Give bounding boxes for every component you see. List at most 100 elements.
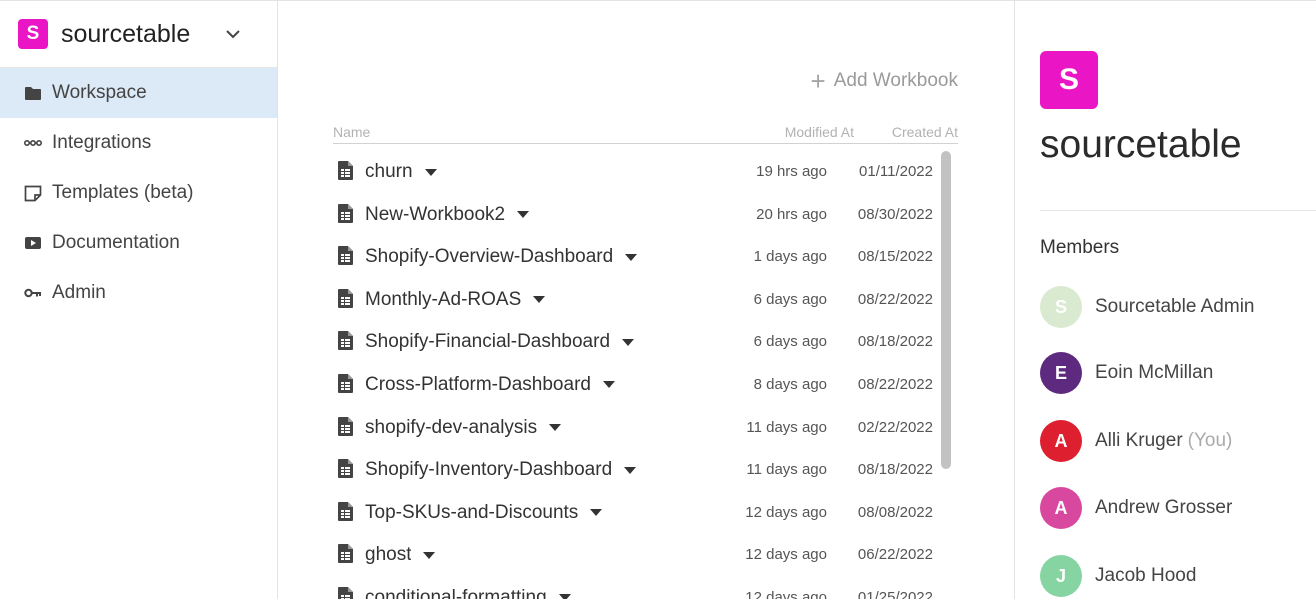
workbook-name[interactable]: Top-SKUs-and-Discounts: [365, 502, 603, 524]
sidebar-item-admin[interactable]: Admin: [0, 268, 277, 318]
member-item[interactable]: A Andrew Grosser: [1040, 486, 1237, 530]
avatar: A: [1040, 420, 1082, 462]
avatar: A: [1040, 487, 1082, 529]
modified-at: 19 hrs ago: [756, 163, 827, 180]
workbook-list: churn 19 hrs ago 01/11/2022 New-Workbook2 20…: [333, 151, 938, 599]
modified-at: 6 days ago: [753, 290, 827, 308]
member-item[interactable]: S Sourcetable Admin: [1040, 285, 1260, 329]
add-workbook-label: Add Workbook: [833, 70, 958, 91]
spreadsheet-file-icon: [337, 543, 354, 564]
caret-down-icon[interactable]: [423, 551, 436, 559]
sidebar-item-integrations[interactable]: Integrations: [0, 118, 277, 168]
workbook-name[interactable]: Shopify-Overview-Dashboard: [365, 246, 638, 268]
spreadsheet-file-icon: [337, 373, 354, 394]
caret-down-icon[interactable]: [624, 466, 637, 474]
video-icon: [24, 234, 42, 252]
column-header-created[interactable]: Created At: [892, 124, 958, 140]
table-row[interactable]: Cross-Platform-Dashboard 8 days ago 08/22/…: [333, 364, 938, 407]
member-name: Andrew Grosser: [1095, 497, 1233, 518]
member-name: Sourcetable Admin: [1095, 296, 1255, 317]
table-row[interactable]: Shopify-Inventory-Dashboard 11 days ago 08…: [333, 449, 938, 492]
table-row[interactable]: Shopify-Overview-Dashboard 1 days ago 08/1…: [333, 236, 938, 279]
table-header: Name Modified At Created At: [333, 122, 958, 144]
modified-at: 8 days ago: [753, 375, 827, 393]
caret-down-icon[interactable]: [424, 168, 437, 176]
org-info-panel: S sourcetable Members S Sourcetable Admin…: [1014, 0, 1316, 599]
modified-at: 20 hrs ago: [756, 205, 827, 223]
workbook-name[interactable]: ghost: [365, 544, 436, 566]
caret-down-icon[interactable]: [533, 296, 546, 304]
sidebar-nav: Workspace Integrations Templates (beta) …: [0, 68, 277, 318]
caret-down-icon[interactable]: [622, 338, 635, 346]
created-at: 08/22/2022: [857, 375, 933, 393]
sidebar-item-label: Integrations: [52, 132, 152, 153]
sidebar-item-workspace[interactable]: Workspace: [0, 68, 277, 118]
workbook-name[interactable]: Monthly-Ad-ROAS: [365, 289, 546, 311]
table-row[interactable]: conditional-formatting 12 days ago 01/25/2…: [333, 577, 938, 599]
table-row[interactable]: ghost 12 days ago 06/22/2022: [333, 534, 938, 577]
sidebar-item-label: Admin: [52, 282, 106, 303]
member-item[interactable]: E Eoin McMillan: [1040, 351, 1218, 395]
modified-at: 12 days ago: [745, 588, 827, 599]
member-item[interactable]: A Alli Kruger (You): [1040, 419, 1232, 463]
caret-down-icon[interactable]: [625, 253, 638, 261]
org-title: sourcetable: [1040, 123, 1242, 166]
member-name: Alli Kruger (You): [1095, 430, 1233, 451]
workbook-name[interactable]: conditional-formatting: [365, 587, 571, 599]
workbook-name[interactable]: Cross-Platform-Dashboard: [365, 374, 615, 396]
sidebar-item-templates[interactable]: Templates (beta): [0, 168, 277, 218]
divider: [1040, 210, 1316, 211]
caret-down-icon[interactable]: [517, 211, 530, 219]
scrollbar-thumb[interactable]: [941, 151, 951, 469]
you-label: (You): [1187, 430, 1233, 451]
sidebar-item-documentation[interactable]: Documentation: [0, 218, 277, 268]
column-header-modified[interactable]: Modified At: [785, 124, 854, 140]
add-workbook-button[interactable]: + Add Workbook: [811, 68, 958, 94]
table-row[interactable]: churn 19 hrs ago 01/11/2022: [333, 151, 938, 194]
member-item[interactable]: J Jacob Hood: [1040, 554, 1201, 598]
workbook-name[interactable]: Shopify-Inventory-Dashboard: [365, 459, 637, 481]
table-row[interactable]: Shopify-Financial-Dashboard 6 days ago 08/…: [333, 321, 938, 364]
created-at: 08/18/2022: [857, 333, 933, 351]
avatar: J: [1040, 555, 1082, 597]
caret-down-icon[interactable]: [558, 594, 571, 599]
spreadsheet-file-icon: [337, 245, 354, 266]
spreadsheet-file-icon: [337, 501, 354, 522]
org-logo: S: [18, 19, 48, 49]
folder-icon: [24, 84, 42, 102]
workbook-name[interactable]: churn: [365, 161, 437, 183]
member-name: Eoin McMillan: [1095, 362, 1214, 383]
member-name: Jacob Hood: [1095, 565, 1197, 586]
caret-down-icon[interactable]: [590, 509, 603, 517]
caret-down-icon[interactable]: [602, 381, 615, 389]
chevron-down-icon[interactable]: [219, 20, 247, 48]
table-row[interactable]: New-Workbook2 20 hrs ago 08/30/2022: [333, 194, 938, 237]
created-at: 08/08/2022: [857, 503, 933, 521]
created-at: 01/11/2022: [859, 163, 933, 180]
sidebar: S sourcetable Workspace Integrations Tem…: [0, 0, 278, 599]
workbook-name[interactable]: New-Workbook2: [365, 204, 530, 226]
sidebar-item-label: Documentation: [52, 232, 180, 253]
plus-icon: +: [810, 66, 826, 96]
spreadsheet-file-icon: [337, 458, 354, 479]
modified-at: 6 days ago: [753, 333, 827, 351]
avatar: E: [1040, 352, 1082, 394]
spreadsheet-file-icon: [337, 330, 354, 351]
spreadsheet-file-icon: [337, 586, 354, 599]
modified-at: 11 days ago: [746, 418, 827, 436]
workbook-name[interactable]: shopify-dev-analysis: [365, 417, 562, 439]
sidebar-item-label: Templates (beta): [52, 182, 194, 203]
caret-down-icon[interactable]: [549, 424, 562, 432]
org-switcher[interactable]: S sourcetable: [0, 1, 277, 68]
workbook-name[interactable]: Shopify-Financial-Dashboard: [365, 331, 635, 353]
table-row[interactable]: shopify-dev-analysis 11 days ago 02/22/202…: [333, 407, 938, 450]
members-heading: Members: [1040, 237, 1120, 258]
created-at: 02/22/2022: [857, 418, 933, 436]
spreadsheet-file-icon: [337, 288, 354, 309]
sidebar-item-label: Workspace: [52, 82, 147, 103]
table-row[interactable]: Monthly-Ad-ROAS 6 days ago 08/22/2022: [333, 279, 938, 322]
table-row[interactable]: Top-SKUs-and-Discounts 12 days ago 08/08/2…: [333, 492, 938, 535]
modified-at: 11 days ago: [746, 461, 827, 479]
column-header-name[interactable]: Name: [333, 124, 370, 140]
avatar: S: [1040, 286, 1082, 328]
